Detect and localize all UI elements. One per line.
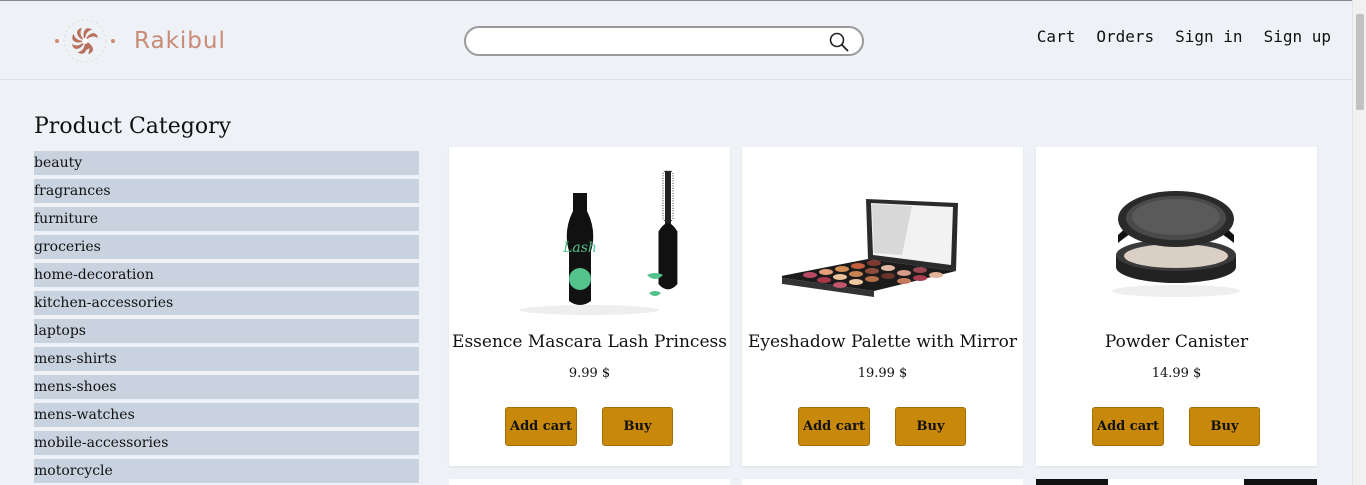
add-cart-button[interactable]: Add cart	[798, 407, 870, 446]
scrollbar-thumb[interactable]	[1356, 14, 1364, 110]
buy-button[interactable]: Buy	[1189, 407, 1260, 446]
product-card-partial	[449, 479, 730, 485]
product-title[interactable]: Powder Canister	[1036, 332, 1317, 352]
product-card: Eyeshadow Palette with Mirror 19.99 $ Ad…	[742, 147, 1023, 466]
top-nav: Cart Orders Sign in Sign up	[1016, 27, 1331, 46]
category-item-home-decoration[interactable]: home-decoration	[34, 263, 419, 287]
product-image-edge	[1036, 479, 1108, 485]
nav-sign-in-link[interactable]: Sign in	[1175, 27, 1242, 46]
category-item-beauty[interactable]: beauty	[34, 151, 419, 175]
category-item-laptops[interactable]: laptops	[34, 319, 419, 343]
mascara-icon[interactable]: Lash	[489, 155, 689, 320]
add-cart-button[interactable]: Add cart	[505, 407, 577, 446]
logo-mark-icon	[48, 17, 122, 65]
category-item-kitchen-accessories[interactable]: kitchen-accessories	[34, 291, 419, 315]
product-price: 14.99 $	[1151, 366, 1202, 381]
eyeshadow-palette-icon[interactable]	[776, 155, 982, 320]
category-item-mens-shirts[interactable]: mens-shirts	[34, 347, 419, 371]
svg-text:Lash: Lash	[562, 240, 597, 256]
logo[interactable]: Rakibul	[48, 17, 226, 65]
category-item-mens-shoes[interactable]: mens-shoes	[34, 375, 419, 399]
add-cart-button[interactable]: Add cart	[1092, 407, 1164, 446]
category-item-mobile-accessories[interactable]: mobile-accessories	[34, 431, 419, 455]
product-card: Lash Essence Mascara Lash Princess 9.99 …	[449, 147, 730, 466]
category-item-groceries[interactable]: groceries	[34, 235, 419, 259]
product-price: 19.99 $	[857, 366, 908, 381]
product-card-partial	[742, 479, 1023, 485]
category-item-mens-watches[interactable]: mens-watches	[34, 403, 419, 427]
category-item-fragrances[interactable]: fragrances	[34, 179, 419, 203]
page-scrollbar[interactable]	[1352, 0, 1366, 485]
product-title[interactable]: Essence Mascara Lash Princess	[449, 332, 730, 352]
nav-orders-link[interactable]: Orders	[1096, 27, 1154, 46]
nav-sign-up-link[interactable]: Sign up	[1264, 27, 1331, 46]
logo-text: Rakibul	[134, 28, 226, 54]
search-input[interactable]	[478, 28, 828, 54]
nav-cart-link[interactable]: Cart	[1037, 27, 1076, 46]
product-image-edge	[1244, 479, 1317, 485]
category-item-furniture[interactable]: furniture	[34, 207, 419, 231]
product-card-partial	[1036, 479, 1317, 485]
powder-compact-icon[interactable]	[1076, 155, 1276, 320]
buy-button[interactable]: Buy	[895, 407, 966, 446]
product-title[interactable]: Eyeshadow Palette with Mirror	[742, 332, 1023, 352]
category-heading: Product Category	[34, 114, 232, 139]
product-price: 9.99 $	[568, 366, 611, 381]
buy-button[interactable]: Buy	[602, 407, 673, 446]
search-bar	[464, 26, 864, 56]
category-item-motorcycle[interactable]: motorcycle	[34, 459, 419, 483]
product-card: Powder Canister 14.99 $ Add cart Buy	[1036, 147, 1317, 466]
category-list: beauty fragrances furniture groceries ho…	[34, 151, 419, 483]
category-sidebar: Product Category beauty fragrances furni…	[34, 112, 419, 485]
site-header: Rakibul Cart Orders Sign in Sign up	[0, 1, 1352, 80]
search-icon[interactable]	[828, 31, 850, 53]
